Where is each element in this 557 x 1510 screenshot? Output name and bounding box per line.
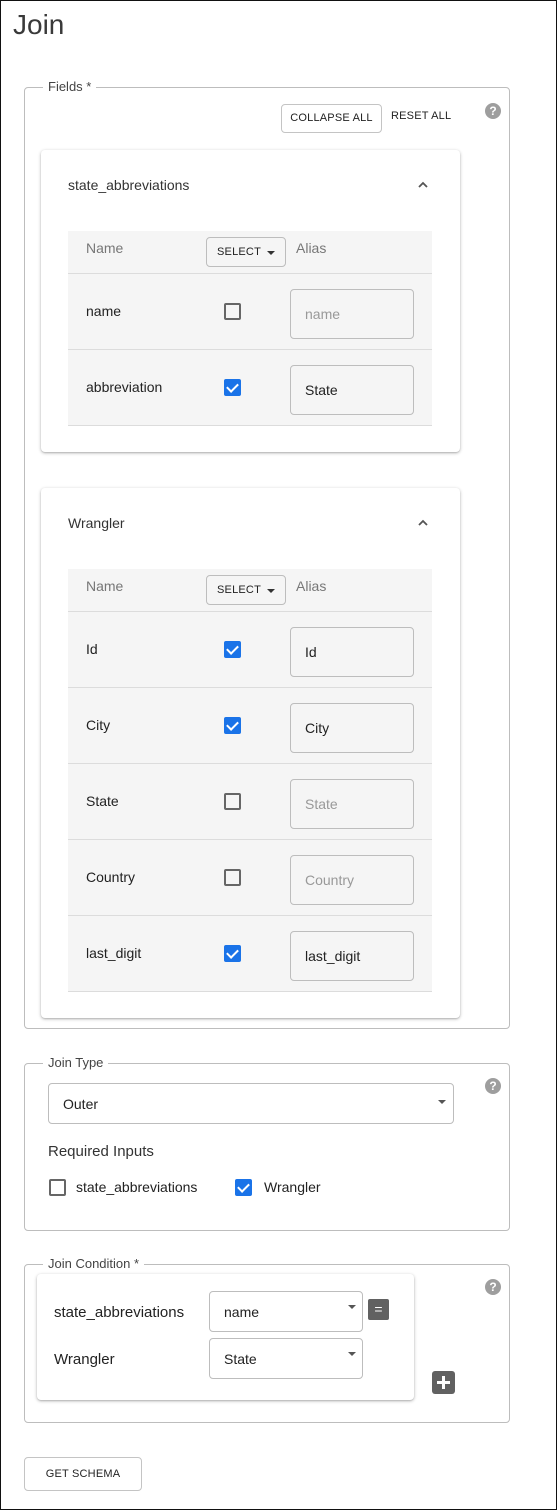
- table-card-title: state_abbreviations: [68, 177, 190, 193]
- field-name: Id: [86, 641, 98, 657]
- field-checkbox[interactable]: [224, 945, 241, 962]
- name-column-header: Name: [86, 578, 124, 594]
- condition-field-value: name: [224, 1304, 260, 1320]
- table-row: State: [68, 764, 432, 840]
- collapse-all-button[interactable]: COLLAPSE ALL: [281, 104, 382, 133]
- alias-input[interactable]: [290, 703, 414, 753]
- fields-section: Fields * COLLAPSE ALL RESET ALL ? state_…: [24, 79, 510, 1029]
- field-name: Country: [86, 869, 136, 885]
- required-input-label: state_abbreviations: [76, 1179, 198, 1195]
- join-condition-card: state_abbreviations name Wrangler State: [37, 1274, 414, 1400]
- caret-down-icon: [267, 251, 275, 255]
- alias-input[interactable]: [290, 855, 414, 905]
- condition-stage-label: state_abbreviations: [54, 1304, 185, 1321]
- table-card-state-abbreviations: state_abbreviations Name SELECT Alias na…: [41, 150, 460, 452]
- required-inputs-label: Required Inputs: [48, 1143, 154, 1160]
- condition-field-select[interactable]: name: [209, 1291, 363, 1332]
- page-title: Join: [13, 9, 65, 40]
- caret-down-icon: [348, 1305, 356, 1309]
- reset-all-button[interactable]: RESET ALL: [391, 110, 451, 122]
- table-header: Name SELECT Alias: [68, 231, 432, 274]
- alias-input[interactable]: [290, 627, 414, 677]
- alias-input[interactable]: [290, 779, 414, 829]
- field-name: name: [86, 303, 122, 319]
- table-header: Name SELECT Alias: [68, 569, 432, 612]
- equals-icon[interactable]: =: [368, 1299, 389, 1320]
- name-column-header: Name: [86, 240, 124, 256]
- alias-input[interactable]: [290, 289, 414, 339]
- alias-input[interactable]: [290, 365, 414, 415]
- field-name: State: [86, 793, 119, 809]
- select-dropdown-button[interactable]: SELECT: [206, 575, 286, 605]
- fields-table: Name SELECT Alias Id City: [68, 569, 432, 992]
- join-type-legend: Join Type: [43, 1055, 109, 1070]
- select-button-label: SELECT: [217, 246, 261, 258]
- field-checkbox[interactable]: [224, 641, 241, 658]
- select-button-label: SELECT: [217, 584, 261, 596]
- fields-legend: Fields *: [43, 79, 97, 94]
- field-checkbox[interactable]: [224, 303, 241, 320]
- join-condition-legend: Join Condition *: [43, 1256, 145, 1271]
- alias-column-header: Alias: [296, 240, 327, 256]
- caret-down-icon: [438, 1100, 446, 1104]
- chevron-up-icon[interactable]: [416, 518, 430, 528]
- caret-down-icon: [348, 1352, 356, 1356]
- field-name: abbreviation: [86, 379, 163, 395]
- table-card-wrangler: Wrangler Name SELECT Alias Id Id City Ci…: [41, 488, 460, 1018]
- fields-table: Name SELECT Alias name abbreviation: [68, 231, 432, 426]
- field-checkbox[interactable]: [224, 869, 241, 886]
- field-checkbox[interactable]: [224, 793, 241, 810]
- alias-column-header: Alias: [296, 578, 327, 594]
- select-dropdown-button[interactable]: SELECT: [206, 237, 286, 267]
- condition-stage-label: Wrangler: [54, 1351, 115, 1368]
- join-type-select[interactable]: Outer: [48, 1083, 454, 1124]
- condition-field-value: State: [224, 1351, 257, 1367]
- alias-input[interactable]: [290, 931, 414, 981]
- join-plugin-panel: Join Fields * COLLAPSE ALL RESET ALL ? s…: [0, 0, 557, 1510]
- field-checkbox[interactable]: [224, 379, 241, 396]
- field-checkbox[interactable]: [224, 717, 241, 734]
- join-type-value: Outer: [63, 1096, 99, 1112]
- condition-field-select[interactable]: State: [209, 1338, 363, 1379]
- help-icon[interactable]: ?: [485, 103, 501, 119]
- table-card-title: Wrangler: [68, 515, 125, 531]
- table-row: Country: [68, 840, 432, 916]
- table-row: City: [68, 688, 432, 764]
- chevron-up-icon[interactable]: [416, 180, 430, 190]
- field-name: City: [86, 717, 111, 733]
- join-condition-section: Join Condition * ? state_abbreviations n…: [24, 1256, 510, 1423]
- required-input-checkbox[interactable]: [235, 1179, 252, 1196]
- table-row: name: [68, 274, 432, 350]
- caret-down-icon: [267, 589, 275, 593]
- plus-icon[interactable]: [432, 1371, 455, 1394]
- required-input-label: Wrangler: [264, 1179, 321, 1195]
- get-schema-button[interactable]: GET SCHEMA: [24, 1457, 142, 1491]
- table-row: Id: [68, 612, 432, 688]
- help-icon[interactable]: ?: [485, 1279, 501, 1295]
- table-row: abbreviation: [68, 350, 432, 426]
- join-type-section: Join Type ? Outer Required Inputs state_…: [24, 1055, 510, 1231]
- required-input-checkbox[interactable]: [49, 1179, 66, 1196]
- table-row: last_digit: [68, 916, 432, 992]
- field-name: last_digit: [86, 945, 142, 961]
- help-icon[interactable]: ?: [485, 1078, 501, 1094]
